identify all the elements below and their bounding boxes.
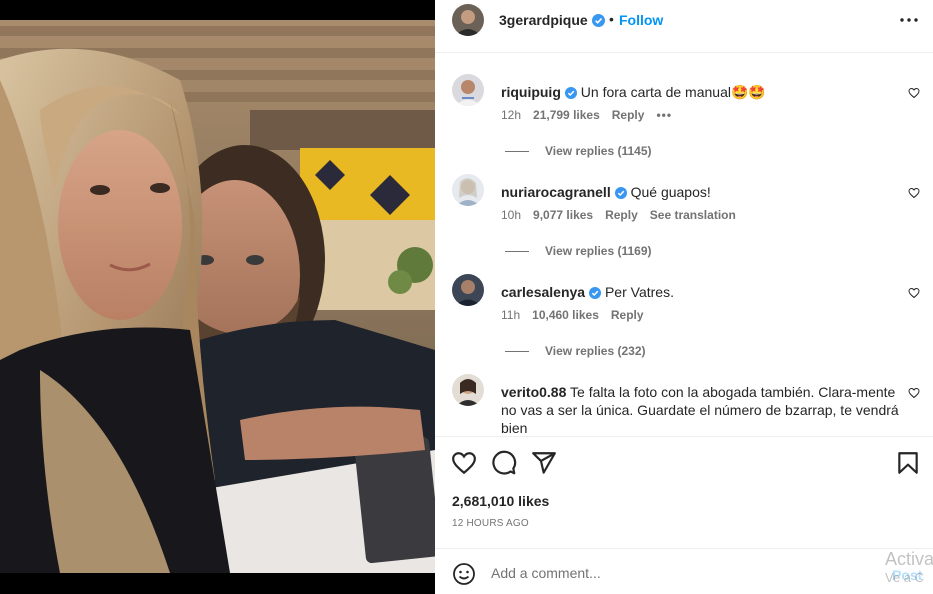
commenter-username[interactable]: carlesalenya bbox=[501, 284, 585, 300]
post-photo-area bbox=[0, 0, 435, 594]
commenter-username[interactable]: verito0.88 bbox=[501, 384, 566, 400]
selfie-photo-illustration bbox=[0, 20, 435, 573]
view-replies-button[interactable]: View replies (1145) bbox=[505, 144, 652, 158]
commenter-avatar[interactable] bbox=[452, 174, 484, 206]
replies-line bbox=[505, 351, 529, 353]
view-replies-button[interactable]: View replies (1169) bbox=[505, 244, 652, 258]
heart-icon[interactable] bbox=[451, 450, 477, 476]
view-replies-label[interactable]: View replies (1169) bbox=[545, 244, 652, 258]
activation-watermark-sub: Ve a C bbox=[885, 570, 925, 585]
comment-icon[interactable] bbox=[491, 450, 517, 476]
commenter-username[interactable]: nuriarocagranell bbox=[501, 184, 611, 200]
verified-badge-icon bbox=[589, 287, 602, 299]
comments-list[interactable]: riquipuig Un fora carta de manual🤩🤩 12h 2… bbox=[435, 53, 933, 436]
emoji-icon[interactable] bbox=[452, 562, 476, 586]
comment-like-heart-icon[interactable] bbox=[908, 387, 920, 399]
author-username[interactable]: 3gerardpique bbox=[499, 12, 605, 28]
replies-line bbox=[505, 151, 529, 153]
more-options-icon[interactable] bbox=[897, 10, 921, 30]
comment-likes[interactable]: 9,077 likes bbox=[533, 208, 593, 222]
verified-badge-icon bbox=[591, 14, 605, 27]
comment-body: Qué guapos! bbox=[630, 184, 711, 200]
reply-button[interactable]: Reply bbox=[611, 308, 644, 322]
commenter-avatar[interactable] bbox=[452, 374, 484, 406]
post-side-panel: 3gerardpique • Follow riquipuig Un fora … bbox=[435, 0, 933, 594]
comment-text: carlesalenya Per Vatres. bbox=[501, 283, 899, 301]
replies-line bbox=[505, 251, 529, 253]
comment-time[interactable]: 12h bbox=[501, 108, 521, 122]
comment-likes[interactable]: 10,460 likes bbox=[532, 308, 599, 322]
add-comment-bar: Post Activa Ve a C bbox=[435, 549, 933, 594]
activation-watermark: Activa bbox=[885, 549, 933, 569]
comment-like-heart-icon[interactable] bbox=[908, 87, 920, 99]
comment-input[interactable] bbox=[491, 561, 861, 585]
view-replies-label[interactable]: View replies (1145) bbox=[545, 144, 652, 158]
reply-button[interactable]: Reply bbox=[612, 108, 645, 122]
bookmark-icon[interactable] bbox=[895, 450, 921, 476]
comment-likes[interactable]: 21,799 likes bbox=[533, 108, 600, 122]
comment-text: riquipuig Un fora carta de manual🤩🤩 bbox=[501, 83, 899, 101]
share-icon[interactable] bbox=[531, 450, 557, 476]
post-likes-count[interactable]: 2,681,010 likes bbox=[452, 493, 549, 509]
comment-body: Per Vatres. bbox=[604, 284, 674, 300]
comment-meta: 10h 9,077 likes Reply See translation bbox=[501, 208, 748, 222]
comment-body: Un fora carta de manual🤩🤩 bbox=[580, 84, 766, 100]
verified-badge-icon bbox=[614, 187, 627, 199]
comment-text: verito0.88 Te falta la foto con la aboga… bbox=[501, 383, 899, 436]
comment-time[interactable]: 11h bbox=[501, 308, 520, 322]
comment-options-icon[interactable]: ••• bbox=[656, 108, 672, 122]
post-header: 3gerardpique • Follow bbox=[435, 0, 933, 40]
view-replies-button[interactable]: View replies (232) bbox=[505, 344, 646, 358]
post-photo[interactable] bbox=[0, 20, 435, 573]
header-separator: • bbox=[609, 11, 614, 27]
post-action-bar bbox=[435, 450, 933, 476]
commenter-avatar[interactable] bbox=[452, 274, 484, 306]
post-timestamp[interactable]: 12 HOURS AGO bbox=[452, 518, 529, 529]
author-avatar[interactable] bbox=[452, 4, 484, 36]
comments-divider bbox=[435, 436, 933, 437]
commenter-avatar[interactable] bbox=[452, 74, 484, 106]
comment-like-heart-icon[interactable] bbox=[908, 287, 920, 299]
follow-button[interactable]: Follow bbox=[619, 12, 663, 28]
commenter-username[interactable]: riquipuig bbox=[501, 84, 561, 100]
author-username-text[interactable]: 3gerardpique bbox=[499, 12, 588, 28]
comment-text: nuriarocagranell Qué guapos! bbox=[501, 183, 899, 201]
comment-like-heart-icon[interactable] bbox=[908, 187, 920, 199]
comment-meta: 12h 21,799 likes Reply ••• bbox=[501, 108, 684, 122]
see-translation-button[interactable]: See translation bbox=[650, 208, 736, 222]
verified-badge-icon bbox=[564, 87, 577, 99]
comment-meta: 11h 10,460 likes Reply bbox=[501, 308, 656, 322]
reply-button[interactable]: Reply bbox=[605, 208, 638, 222]
comment-time[interactable]: 10h bbox=[501, 208, 521, 222]
view-replies-label[interactable]: View replies (232) bbox=[545, 344, 646, 358]
